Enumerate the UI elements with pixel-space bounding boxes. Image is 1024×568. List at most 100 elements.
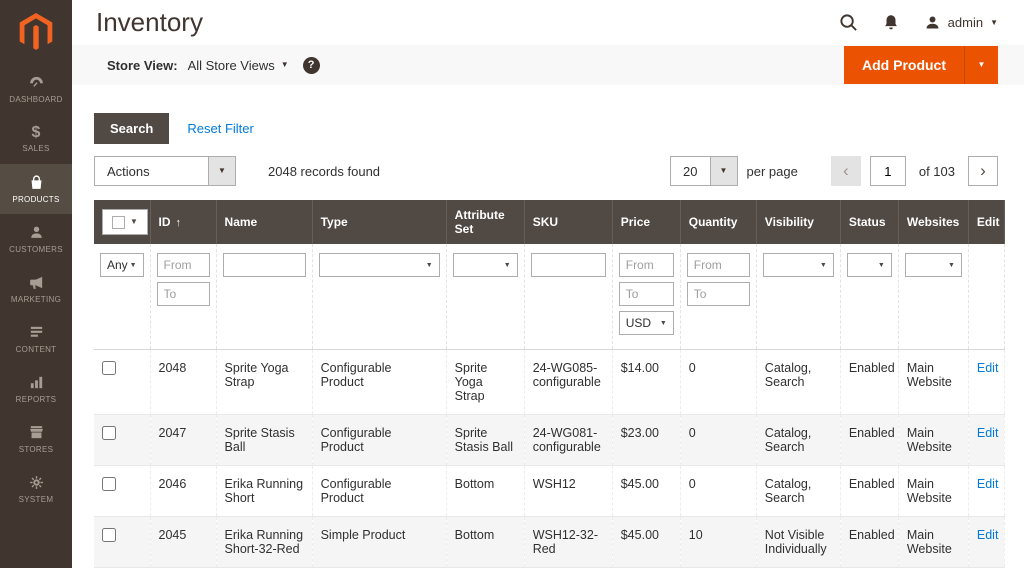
help-icon[interactable]: ?	[302, 56, 320, 74]
edit-link[interactable]: Edit	[977, 528, 999, 542]
sidebar-item-customers[interactable]: CUSTOMERS	[0, 214, 72, 264]
add-product-toggle[interactable]: ▼	[964, 46, 998, 85]
filter-attribute-set-cell: ▼	[446, 244, 525, 350]
cell-status: Enabled	[840, 516, 899, 568]
edit-link[interactable]: Edit	[977, 361, 999, 375]
cell-type: Simple Product	[312, 516, 447, 568]
cell-websites: Main Website	[898, 516, 969, 568]
column-header-sku[interactable]: SKU	[524, 200, 613, 244]
currency-select[interactable]: USD ▼	[618, 311, 674, 335]
websites-filter-select[interactable]: ▼	[904, 253, 962, 277]
sku-filter-input[interactable]	[530, 253, 606, 277]
column-header-price[interactable]: Price	[612, 200, 681, 244]
row-checkbox[interactable]	[102, 426, 116, 440]
price-to-input[interactable]	[618, 282, 674, 306]
cell-sku: 24-WG081-configurable	[524, 414, 613, 466]
column-header-type[interactable]: Type	[312, 200, 447, 244]
page-total-label: of 103	[918, 163, 955, 179]
table-row[interactable]: 2046 Erika Running Short Configurable Pr…	[94, 465, 1006, 517]
admin-user-menu[interactable]: admin ▼	[924, 14, 998, 31]
cell-price: $45.00	[612, 516, 681, 568]
store-view-label: Store View:	[107, 57, 178, 73]
magento-logo[interactable]	[0, 0, 72, 64]
sidebar-item-sales[interactable]: $ SALES	[0, 114, 72, 164]
search-button[interactable]: Search	[94, 113, 170, 144]
filter-type-cell: ▼	[312, 244, 447, 350]
cell-websites: Main Website	[898, 465, 969, 517]
column-header-visibility[interactable]: Visibility	[756, 200, 841, 244]
grid-header-row: ▼ ID ↑ Name Type Attribute Set SKU Price …	[94, 200, 1006, 244]
search-icon[interactable]	[839, 13, 858, 32]
row-checkbox[interactable]	[102, 361, 116, 375]
edit-link[interactable]: Edit	[977, 477, 999, 491]
status-filter-select[interactable]: ▼	[846, 253, 892, 277]
quantity-to-input[interactable]	[686, 282, 750, 306]
sidebar-item-reports[interactable]: REPORTS	[0, 364, 72, 414]
sidebar-item-label: REPORTS	[15, 395, 57, 404]
reset-filter-link[interactable]: Reset Filter	[187, 121, 253, 136]
add-product-button[interactable]: Add Product	[844, 46, 964, 84]
actions-dropdown[interactable]: Actions ▼	[94, 156, 236, 186]
row-checkbox[interactable]	[102, 477, 116, 491]
previous-page-button[interactable]: ‹	[830, 156, 861, 186]
chevron-down-icon: ▼	[947, 261, 955, 269]
search-reset-row: Search Reset Filter	[94, 113, 998, 144]
price-from-input[interactable]	[618, 253, 674, 277]
table-row[interactable]: 2045 Erika Running Short-32-Red Simple P…	[94, 516, 1006, 568]
sidebar-item-content[interactable]: CONTENT	[0, 314, 72, 364]
sidebar-item-dashboard[interactable]: DASHBOARD	[0, 64, 72, 114]
column-header-status[interactable]: Status	[840, 200, 899, 244]
table-row[interactable]: 2047 Sprite Stasis Ball Configurable Pro…	[94, 414, 1006, 466]
sidebar-item-label: SYSTEM	[18, 495, 54, 504]
sidebar-item-system[interactable]: SYSTEM	[0, 464, 72, 514]
sidebar-item-stores[interactable]: STORES	[0, 414, 72, 464]
cell-type: Configurable Product	[312, 414, 447, 466]
per-page-select[interactable]: 20 ▼	[670, 156, 738, 186]
chevron-down-icon: ▼	[208, 157, 235, 185]
select-all-checkbox[interactable]	[112, 215, 126, 229]
type-filter-select[interactable]: ▼	[318, 253, 440, 277]
sidebar-item-products[interactable]: PRODUCTS	[0, 164, 72, 214]
page-number-input[interactable]	[869, 156, 906, 186]
page-header: Inventory admin ▼	[72, 0, 1024, 46]
actions-dropdown-value: Actions	[107, 163, 150, 179]
visibility-filter-select[interactable]: ▼	[762, 253, 834, 277]
cell-name: Erika Running Short	[216, 465, 313, 517]
filter-quantity-cell	[680, 244, 757, 350]
add-product-split-button: Add Product ▼	[844, 46, 998, 85]
column-header-quantity[interactable]: Quantity	[680, 200, 757, 244]
quantity-from-input[interactable]	[686, 253, 750, 277]
notifications-bell-icon[interactable]	[882, 13, 900, 32]
select-all-header: ▼	[94, 200, 151, 244]
mass-select-dropdown[interactable]: ▼	[102, 209, 148, 235]
any-filter-select[interactable]: Any ▼	[100, 253, 144, 277]
column-header-id[interactable]: ID ↑	[150, 200, 217, 244]
column-header-attribute-set[interactable]: Attribute Set	[446, 200, 525, 244]
cell-visibility: Not Visible Individually	[756, 516, 841, 568]
row-checkbox[interactable]	[102, 528, 116, 542]
id-to-input[interactable]	[156, 282, 210, 306]
sidebar-item-label: SALES	[22, 144, 50, 153]
app-window: DASHBOARD $ SALES PRODUCTS CUSTOMERS MAR…	[0, 0, 1024, 568]
chevron-down-icon: ▼	[425, 261, 433, 269]
sidebar-item-marketing[interactable]: MARKETING	[0, 264, 72, 314]
store-view-switcher[interactable]: All Store Views ▼	[188, 58, 289, 73]
reports-icon	[30, 376, 42, 389]
cell-quantity: 0	[680, 414, 757, 466]
cell-attribute-set: Sprite Stasis Ball	[446, 414, 525, 466]
column-header-websites[interactable]: Websites	[898, 200, 969, 244]
attribute-set-filter-select[interactable]: ▼	[452, 253, 518, 277]
cell-id: 2045	[150, 516, 217, 568]
name-filter-input[interactable]	[222, 253, 306, 277]
records-found-text: 2048 records found	[268, 163, 381, 179]
cell-name: Sprite Stasis Ball	[216, 414, 313, 466]
next-page-button[interactable]: ›	[968, 156, 998, 186]
cell-id: 2046	[150, 465, 217, 517]
chevron-down-icon: ▼	[709, 157, 737, 185]
filter-sku-cell	[524, 244, 613, 350]
edit-link[interactable]: Edit	[977, 426, 999, 440]
column-header-name[interactable]: Name	[216, 200, 313, 244]
marketing-icon	[29, 276, 42, 289]
id-from-input[interactable]	[156, 253, 210, 277]
table-row[interactable]: 2048 Sprite Yoga Strap Configurable Prod…	[94, 349, 1006, 415]
